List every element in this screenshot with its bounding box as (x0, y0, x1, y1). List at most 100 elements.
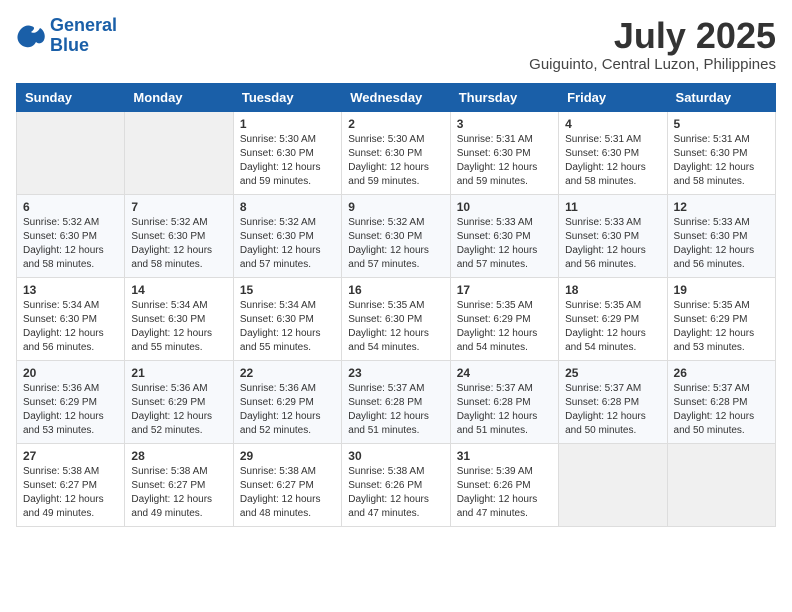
calendar-cell: 27 Sunrise: 5:38 AM Sunset: 6:27 PM Dayli… (17, 443, 125, 526)
day-info: Sunrise: 5:34 AM Sunset: 6:30 PM Dayligh… (131, 299, 226, 355)
month-title: July 2025 (529, 16, 776, 56)
calendar-cell: 1 Sunrise: 5:30 AM Sunset: 6:30 PM Daylig… (233, 111, 341, 194)
day-number: 27 (23, 449, 118, 463)
calendar-cell: 19 Sunrise: 5:35 AM Sunset: 6:29 PM Dayli… (667, 277, 775, 360)
day-number: 31 (457, 449, 552, 463)
day-info: Sunrise: 5:36 AM Sunset: 6:29 PM Dayligh… (23, 382, 118, 438)
day-number: 13 (23, 283, 118, 297)
calendar-cell: 17Sunrise: 5:35 AM Sunset: 6:29 PM Dayli… (450, 277, 558, 360)
day-info: Sunrise: 5:34 AM Sunset: 6:30 PM Dayligh… (23, 299, 118, 355)
calendar-cell: 2Sunrise: 5:30 AM Sunset: 6:30 PM Daylig… (342, 111, 450, 194)
day-info: Sunrise: 5:34 AM Sunset: 6:30 PM Dayligh… (240, 299, 335, 355)
day-info: Sunrise: 5:33 AM Sunset: 6:30 PM Dayligh… (674, 216, 769, 272)
day-number: 5 (674, 117, 769, 131)
day-number: 23 (348, 366, 443, 380)
calendar-cell (667, 443, 775, 526)
day-info: Sunrise: 5:33 AM Sunset: 6:30 PM Dayligh… (565, 216, 660, 272)
day-number: 20 (23, 366, 118, 380)
day-info: Sunrise: 5:38 AM Sunset: 6:26 PM Dayligh… (348, 465, 443, 521)
weekday-header: Friday (559, 83, 667, 111)
day-number: 6 (23, 200, 118, 214)
day-info: Sunrise: 5:32 AM Sunset: 6:30 PM Dayligh… (348, 216, 443, 272)
day-info: Sunrise: 5:32 AM Sunset: 6:30 PM Dayligh… (23, 216, 118, 272)
calendar-cell: 10Sunrise: 5:33 AM Sunset: 6:30 PM Dayli… (450, 194, 558, 277)
weekday-header: Monday (125, 83, 233, 111)
calendar-cell (17, 111, 125, 194)
day-number: 26 (674, 366, 769, 380)
logo-icon (16, 22, 46, 50)
day-info: Sunrise: 5:37 AM Sunset: 6:28 PM Dayligh… (674, 382, 769, 438)
calendar-cell: 8 Sunrise: 5:32 AM Sunset: 6:30 PM Daylig… (233, 194, 341, 277)
day-number: 21 (131, 366, 226, 380)
calendar-header: SundayMondayTuesdayWednesdayThursdayFrid… (17, 83, 776, 111)
page-header: General Blue July 2025 Guiguinto, Centra… (16, 16, 776, 73)
calendar-cell (125, 111, 233, 194)
calendar-week-row: 6 Sunrise: 5:32 AM Sunset: 6:30 PM Daylig… (17, 194, 776, 277)
weekday-row: SundayMondayTuesdayWednesdayThursdayFrid… (17, 83, 776, 111)
day-number: 7 (131, 200, 226, 214)
day-number: 8 (240, 200, 335, 214)
day-number: 11 (565, 200, 660, 214)
calendar-week-row: 13 Sunrise: 5:34 AM Sunset: 6:30 PM Dayli… (17, 277, 776, 360)
day-number: 15 (240, 283, 335, 297)
calendar-cell: 16 Sunrise: 5:35 AM Sunset: 6:30 PM Dayli… (342, 277, 450, 360)
title-block: July 2025 Guiguinto, Central Luzon, Phil… (529, 16, 776, 73)
day-info: Sunrise: 5:35 AM Sunset: 6:30 PM Dayligh… (348, 299, 443, 355)
day-info: Sunrise: 5:30 AM Sunset: 6:30 PM Dayligh… (240, 133, 335, 189)
day-number: 17 (457, 283, 552, 297)
calendar-week-row: 1 Sunrise: 5:30 AM Sunset: 6:30 PM Daylig… (17, 111, 776, 194)
day-info: Sunrise: 5:39 AM Sunset: 6:26 PM Dayligh… (457, 465, 552, 521)
day-number: 14 (131, 283, 226, 297)
day-info: Sunrise: 5:35 AM Sunset: 6:29 PM Dayligh… (565, 299, 660, 355)
day-info: Sunrise: 5:38 AM Sunset: 6:27 PM Dayligh… (23, 465, 118, 521)
day-number: 9 (348, 200, 443, 214)
weekday-header: Thursday (450, 83, 558, 111)
calendar-cell: 30 Sunrise: 5:38 AM Sunset: 6:26 PM Dayli… (342, 443, 450, 526)
day-info: Sunrise: 5:38 AM Sunset: 6:27 PM Dayligh… (240, 465, 335, 521)
day-info: Sunrise: 5:31 AM Sunset: 6:30 PM Dayligh… (565, 133, 660, 189)
logo-text: General Blue (50, 16, 117, 56)
day-number: 19 (674, 283, 769, 297)
day-info: Sunrise: 5:36 AM Sunset: 6:29 PM Dayligh… (131, 382, 226, 438)
weekday-header: Sunday (17, 83, 125, 111)
weekday-header: Saturday (667, 83, 775, 111)
calendar-cell: 18 Sunrise: 5:35 AM Sunset: 6:29 PM Dayli… (559, 277, 667, 360)
calendar-cell: 24 Sunrise: 5:37 AM Sunset: 6:28 PM Dayli… (450, 360, 558, 443)
day-number: 28 (131, 449, 226, 463)
calendar-cell: 20 Sunrise: 5:36 AM Sunset: 6:29 PM Dayli… (17, 360, 125, 443)
calendar-cell (559, 443, 667, 526)
calendar-cell: 14 Sunrise: 5:34 AM Sunset: 6:30 PM Dayli… (125, 277, 233, 360)
logo-line1: General (50, 15, 117, 35)
day-info: Sunrise: 5:37 AM Sunset: 6:28 PM Dayligh… (457, 382, 552, 438)
day-info: Sunrise: 5:33 AM Sunset: 6:30 PM Dayligh… (457, 216, 552, 272)
day-number: 24 (457, 366, 552, 380)
day-info: Sunrise: 5:32 AM Sunset: 6:30 PM Dayligh… (131, 216, 226, 272)
day-number: 30 (348, 449, 443, 463)
day-number: 25 (565, 366, 660, 380)
day-info: Sunrise: 5:38 AM Sunset: 6:27 PM Dayligh… (131, 465, 226, 521)
day-info: Sunrise: 5:37 AM Sunset: 6:28 PM Dayligh… (565, 382, 660, 438)
day-number: 3 (457, 117, 552, 131)
weekday-header: Tuesday (233, 83, 341, 111)
calendar-cell: 6 Sunrise: 5:32 AM Sunset: 6:30 PM Daylig… (17, 194, 125, 277)
day-info: Sunrise: 5:31 AM Sunset: 6:30 PM Dayligh… (674, 133, 769, 189)
day-info: Sunrise: 5:35 AM Sunset: 6:29 PM Dayligh… (674, 299, 769, 355)
day-number: 16 (348, 283, 443, 297)
day-info: Sunrise: 5:37 AM Sunset: 6:28 PM Dayligh… (348, 382, 443, 438)
calendar-cell: 3Sunrise: 5:31 AM Sunset: 6:30 PM Daylig… (450, 111, 558, 194)
calendar-cell: 9 Sunrise: 5:32 AM Sunset: 6:30 PM Daylig… (342, 194, 450, 277)
day-number: 29 (240, 449, 335, 463)
day-info: Sunrise: 5:32 AM Sunset: 6:30 PM Dayligh… (240, 216, 335, 272)
day-number: 18 (565, 283, 660, 297)
day-info: Sunrise: 5:36 AM Sunset: 6:29 PM Dayligh… (240, 382, 335, 438)
location-title: Guiguinto, Central Luzon, Philippines (529, 56, 776, 73)
day-number: 12 (674, 200, 769, 214)
calendar-cell: 25 Sunrise: 5:37 AM Sunset: 6:28 PM Dayli… (559, 360, 667, 443)
day-number: 1 (240, 117, 335, 131)
calendar-cell: 5 Sunrise: 5:31 AM Sunset: 6:30 PM Daylig… (667, 111, 775, 194)
calendar-cell: 11 Sunrise: 5:33 AM Sunset: 6:30 PM Dayli… (559, 194, 667, 277)
calendar-body: 1 Sunrise: 5:30 AM Sunset: 6:30 PM Daylig… (17, 111, 776, 526)
calendar-cell: 28 Sunrise: 5:38 AM Sunset: 6:27 PM Dayli… (125, 443, 233, 526)
weekday-header: Wednesday (342, 83, 450, 111)
calendar-week-row: 27 Sunrise: 5:38 AM Sunset: 6:27 PM Dayli… (17, 443, 776, 526)
